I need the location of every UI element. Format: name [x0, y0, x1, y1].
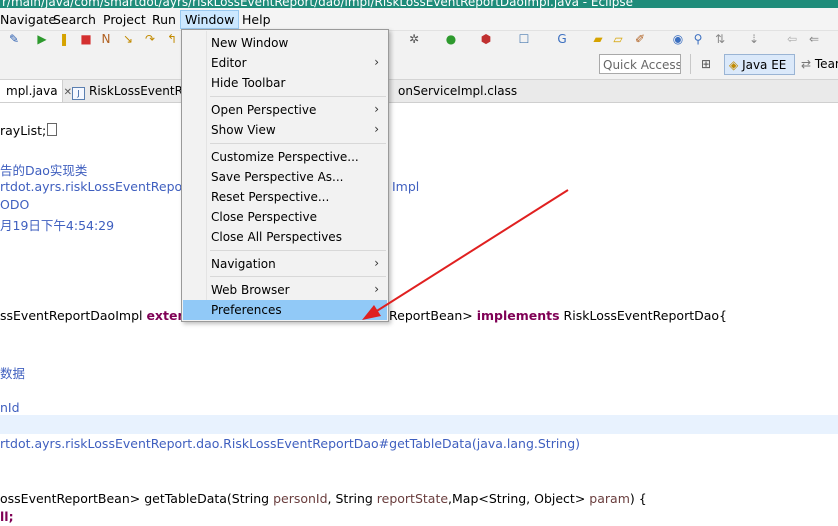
step-into-icon[interactable]: ↘ — [122, 33, 134, 45]
code-line: rtdot.ayrs.riskLossEventReport — [0, 179, 193, 194]
open-folder-icon[interactable]: ▰ — [592, 33, 604, 45]
step-over-icon[interactable]: ↷ — [144, 33, 156, 45]
toolbar-separator — [690, 54, 691, 74]
menu-item-close-all-perspectives[interactable]: Close All Perspectives — [183, 227, 387, 247]
tab-dao-impl-label: mpl.java — [6, 84, 58, 98]
menu-bar: Navigate Search Project Run Window Help — [0, 8, 838, 31]
chevron-right-icon: › — [374, 282, 379, 296]
tab-dao-impl[interactable]: mpl.java ✕ — [0, 80, 72, 102]
menu-item-show-view[interactable]: Show View › — [183, 120, 387, 140]
menu-separator — [210, 96, 386, 97]
menu-item-web-browser[interactable]: Web Browser › — [183, 280, 387, 300]
chevron-right-icon: › — [374, 122, 379, 136]
code-line: ssEventReportDaoImpl exten — [0, 308, 187, 323]
code-line: Impl — [392, 179, 420, 194]
code-line: nId — [0, 400, 20, 415]
menu-item-new-window[interactable]: New Window — [183, 33, 387, 53]
back-icon[interactable]: ⇐ — [808, 33, 820, 45]
external-tools-icon[interactable]: ⬢ — [480, 33, 492, 45]
annotation-icon[interactable]: ⇅ — [714, 33, 726, 45]
disconnect-icon[interactable]: N — [100, 33, 112, 45]
marker-icon[interactable]: ✐ — [634, 33, 646, 45]
menu-help[interactable]: Help — [242, 12, 271, 27]
menu-run[interactable]: Run — [152, 12, 176, 27]
code-line: rtdot.ayrs.riskLossEventReport.dao.RiskL… — [0, 436, 581, 451]
java-ee-icon: ◈ — [729, 58, 739, 72]
open-type-icon[interactable]: ▱ — [612, 33, 624, 45]
menu-separator — [210, 143, 386, 144]
current-line-highlight — [0, 415, 838, 434]
perspective-java-ee[interactable]: ◈ Java EE — [724, 54, 795, 75]
menu-separator — [210, 276, 386, 277]
code-line: ReportBean> implements RiskLossEventRepo… — [389, 308, 728, 323]
menu-item-close-perspective[interactable]: Close Perspective — [183, 207, 387, 227]
perspective-java-ee-label: Java EE — [742, 58, 787, 72]
suspend-icon[interactable]: ❚ — [58, 33, 70, 45]
code-line: 数据 — [0, 366, 26, 381]
code-line: ll; — [0, 509, 14, 524]
code-editor[interactable]: rayList; 告的Dao实现类 rtdot.ayrs.riskLossEve… — [0, 103, 838, 526]
tab-service-impl-label: onServiceImpl.class — [398, 84, 518, 98]
toolbar: ✎ ▶ ❚ ■ N ↘ ↷ ↰ ✲ ● ⬢ ☐ G ▰ ▱ ✐ ◉ ⚲ ⇅ ⇣ … — [0, 31, 838, 80]
quick-access-input[interactable]: Quick Access — [599, 54, 681, 74]
open-perspective-icon[interactable]: ⊞ — [700, 58, 712, 70]
menu-window[interactable]: Window — [180, 10, 240, 29]
menu-item-navigation[interactable]: Navigation › — [183, 254, 387, 274]
toolbar-icons-row: ✎ ▶ ❚ ■ N ↘ ↷ ↰ ✲ ● ⬢ ☐ G ▰ ▱ ✐ ◉ ⚲ ⇅ ⇣ … — [0, 33, 838, 49]
perspective-team-label: Team — [814, 57, 838, 71]
menu-separator — [210, 250, 386, 251]
code-line: ossEventReportBean> getTableData(String … — [0, 491, 647, 506]
tab-service-impl-class[interactable]: onServiceImpl.class — [392, 80, 523, 102]
menu-item-editor[interactable]: Editor › — [183, 53, 387, 73]
chevron-right-icon: › — [374, 55, 379, 69]
menu-item-save-perspective-as[interactable]: Save Perspective As... — [183, 167, 387, 187]
globe-icon[interactable]: ◉ — [672, 33, 684, 45]
perspective-team[interactable]: ⇄ Team — [797, 54, 838, 75]
menu-project[interactable]: Project — [103, 12, 146, 27]
title-bar: r/main/java/com/smartdot/ayrs/riskLossEv… — [0, 0, 838, 8]
run-icon[interactable]: ● — [445, 33, 457, 45]
new-java-class-icon[interactable]: G — [556, 33, 568, 45]
build-icon[interactable]: ✲ — [408, 33, 420, 45]
next-annotation-icon[interactable]: ⇣ — [748, 33, 760, 45]
step-return-icon[interactable]: ↰ — [166, 33, 178, 45]
menu-item-open-perspective[interactable]: Open Perspective › — [183, 100, 387, 120]
new-server-icon[interactable]: ☐ — [518, 33, 530, 45]
menu-navigate[interactable]: Navigate — [0, 12, 56, 27]
code-line: rayList; — [0, 123, 58, 138]
editor-tab-bar: mpl.java ✕ J RiskLossEventRep onServiceImp… — [0, 80, 838, 103]
window-title: r/main/java/com/smartdot/ayrs/riskLossEv… — [2, 0, 634, 8]
code-line: 告的Dao实现类 — [0, 163, 88, 178]
code-line: 月19日下午4:54:29 — [0, 218, 115, 233]
debug-icon[interactable]: ✎ — [8, 33, 20, 45]
chevron-right-icon: › — [374, 102, 379, 116]
last-edit-icon[interactable]: ⇦ — [786, 33, 798, 45]
terminate-icon[interactable]: ■ — [80, 33, 92, 45]
team-icon: ⇄ — [801, 57, 812, 71]
search-icon[interactable]: ⚲ — [692, 33, 704, 45]
code-line: ODO — [0, 197, 30, 212]
java-file-icon: J — [72, 87, 85, 100]
menu-item-reset-perspective[interactable]: Reset Perspective... — [183, 187, 387, 207]
window-menu-dropdown: New Window Editor › Hide Toolbar Open Per… — [181, 29, 389, 322]
menu-item-customize-perspective[interactable]: Customize Perspective... — [183, 147, 387, 167]
resume-icon[interactable]: ▶ — [36, 33, 48, 45]
menu-search[interactable]: Search — [53, 12, 96, 27]
chevron-right-icon: › — [374, 256, 379, 270]
menu-item-preferences[interactable]: Preferences — [183, 300, 387, 320]
menu-item-hide-toolbar[interactable]: Hide Toolbar — [183, 73, 387, 93]
